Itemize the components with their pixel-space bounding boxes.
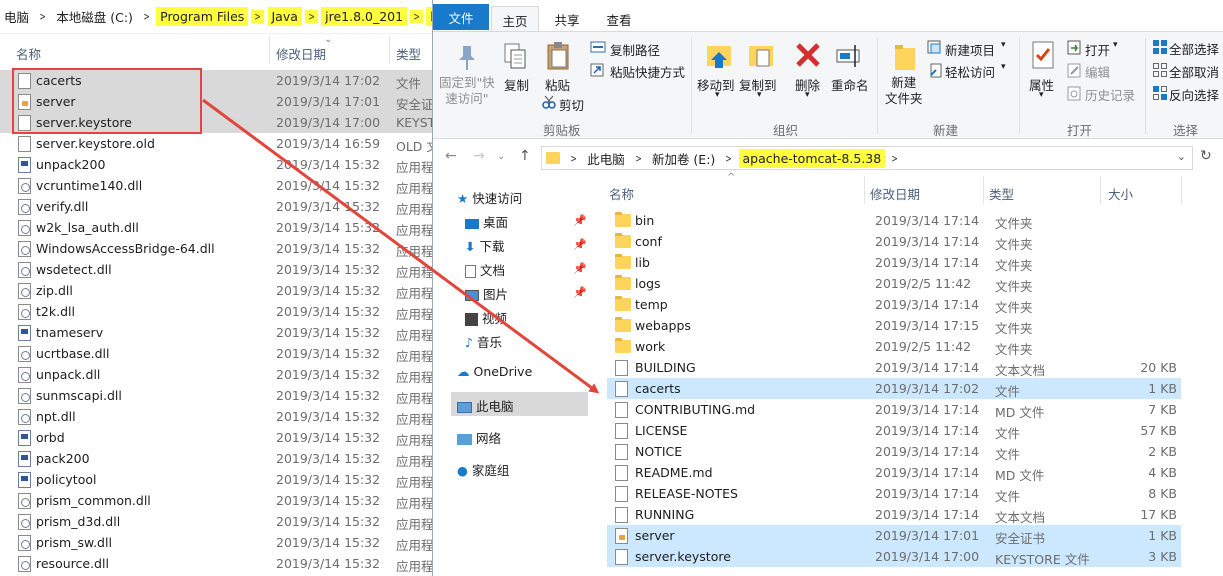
red-arrow-icon: [202, 98, 600, 394]
arrow-overlay: [202, 98, 600, 394]
desktop-screenshot: 电脑 > 本地磁盘 (C:) > Program Files > Java > …: [0, 0, 1223, 576]
